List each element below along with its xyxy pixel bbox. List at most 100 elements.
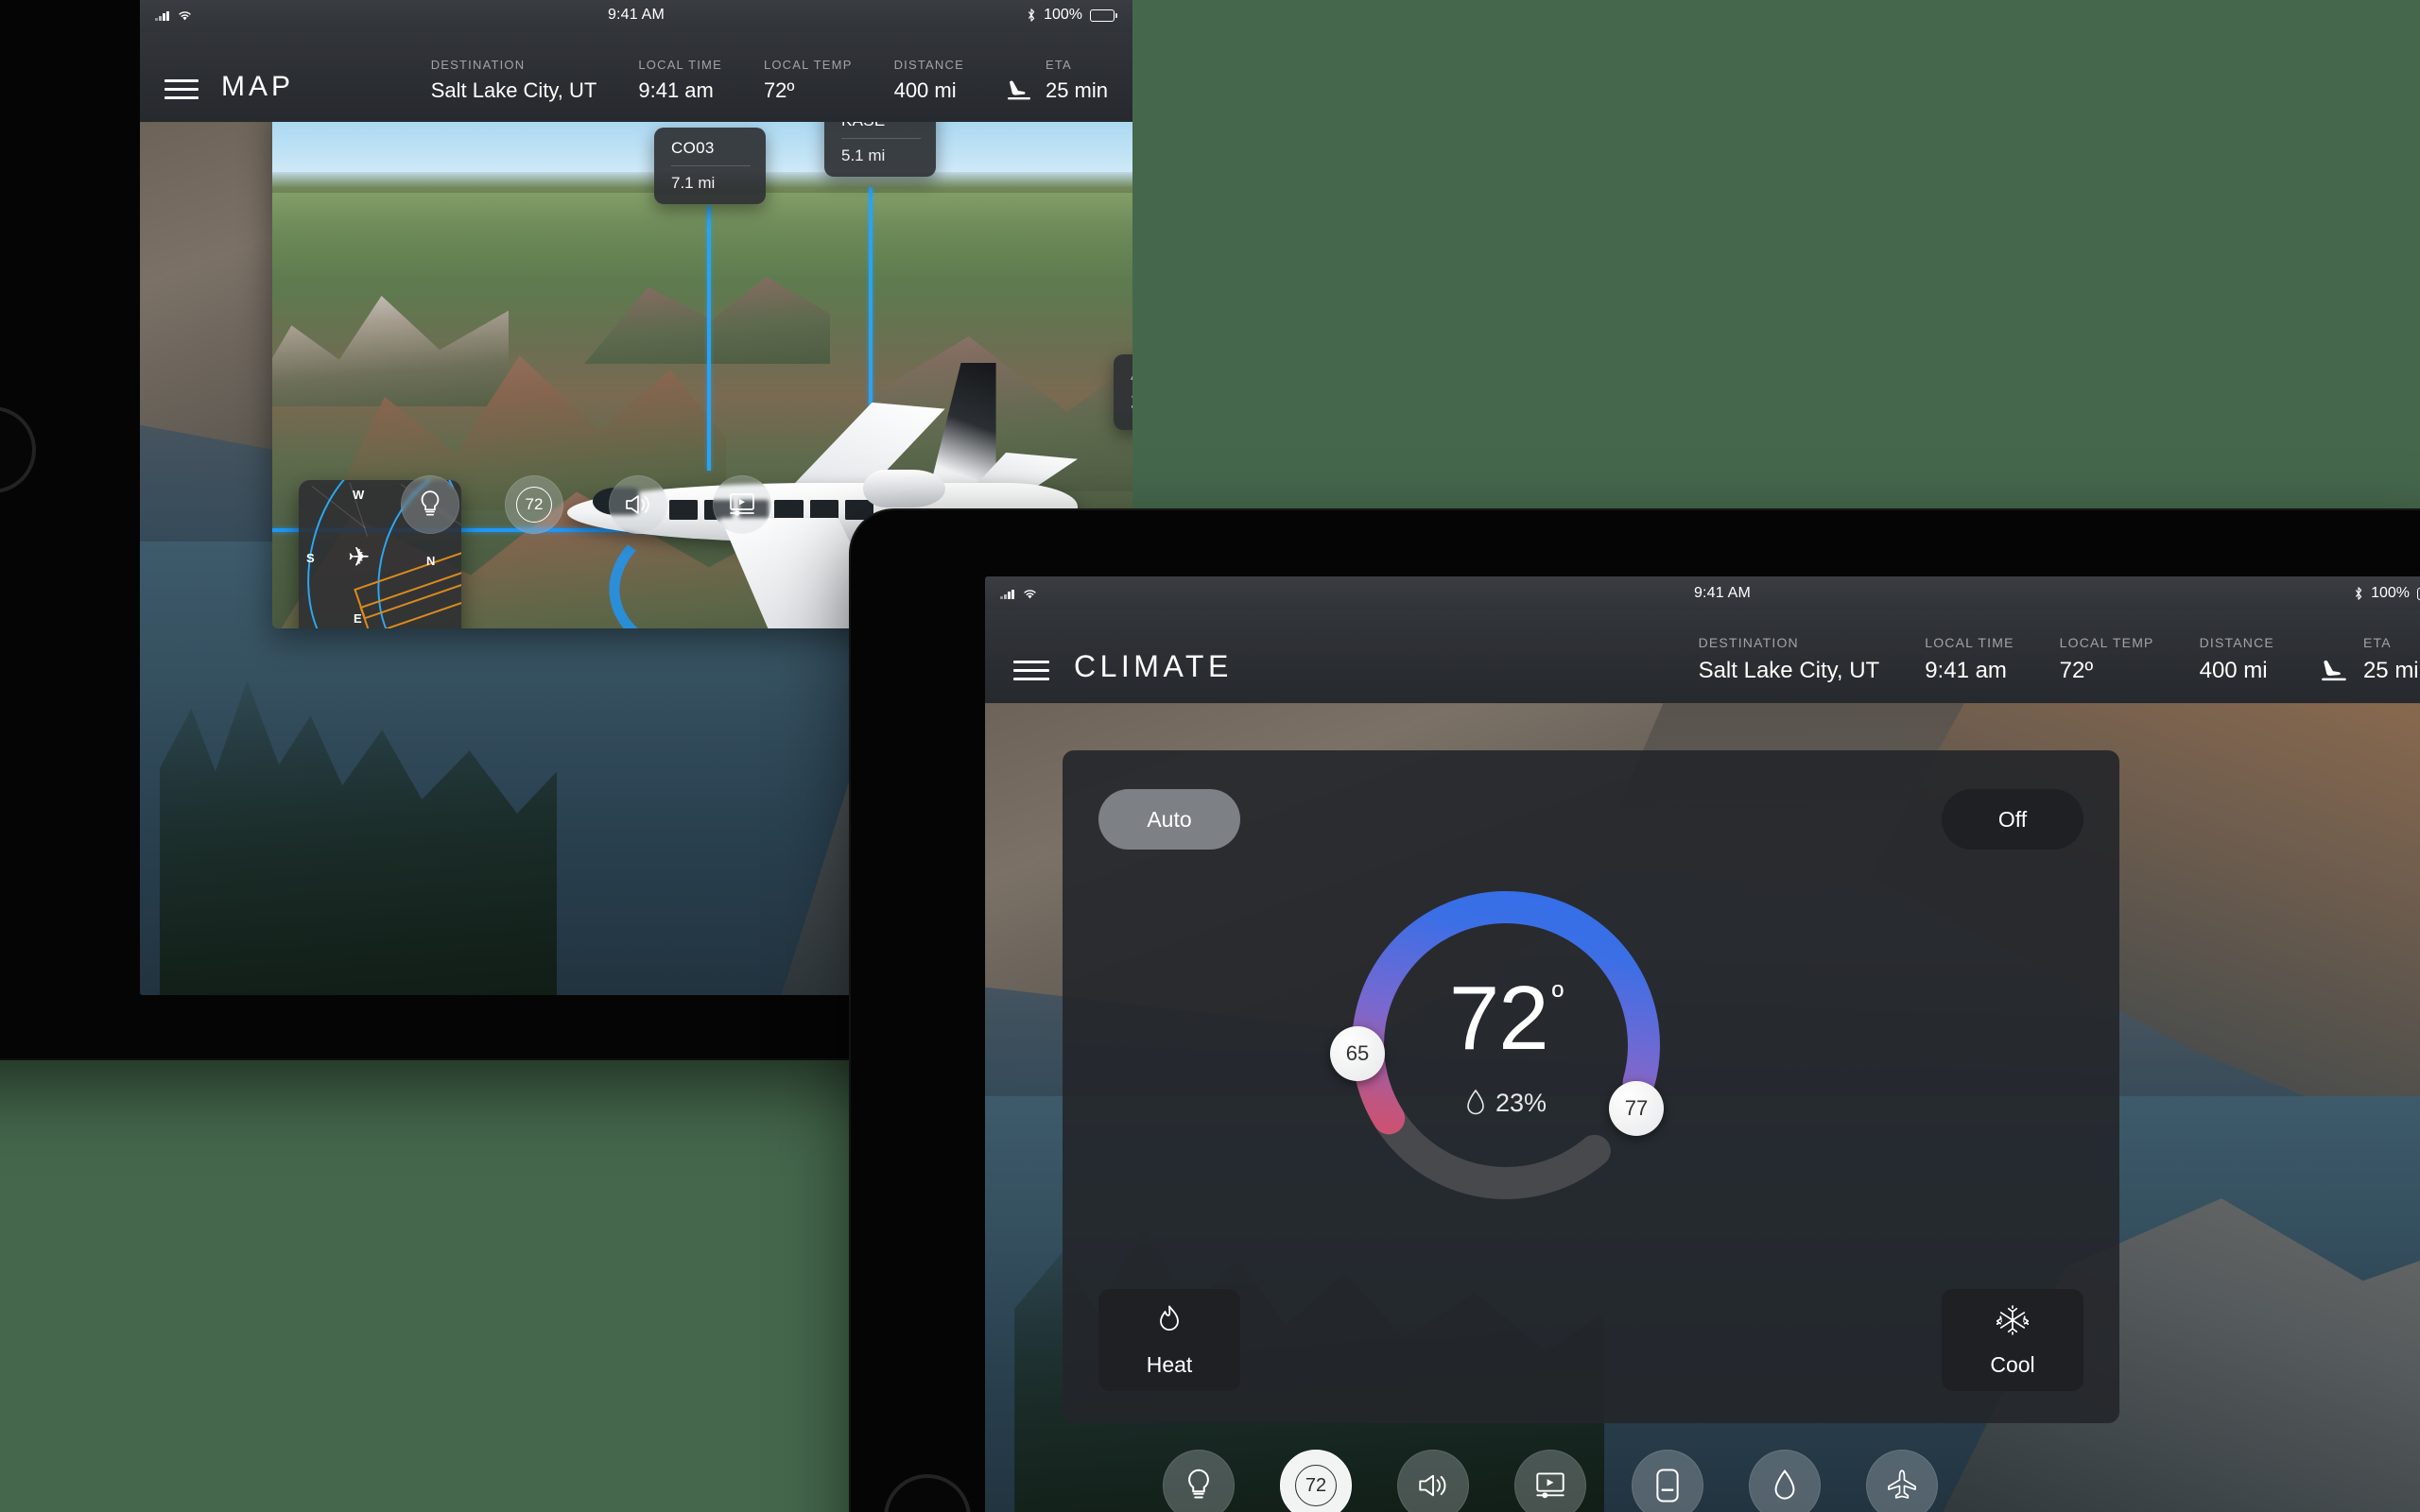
hamburger-menu-icon[interactable] <box>164 79 199 99</box>
waypoint-card-co03[interactable]: CO03 7.1 mi <box>654 128 766 204</box>
home-button[interactable] <box>884 1474 971 1512</box>
metric-value: 9:41 am <box>1925 658 2007 683</box>
metric-label: DISTANCE <box>2199 635 2274 650</box>
metric-value: 9:41 am <box>638 78 714 102</box>
climate-dock: 72 <box>985 1450 2420 1512</box>
dock-media-button[interactable] <box>1514 1450 1586 1512</box>
divider <box>671 165 751 166</box>
metric-value: Salt Lake City, UT <box>430 78 597 102</box>
metric-local-time: LOCAL TIME 9:41 am <box>617 58 743 103</box>
metric-value: 25 min <box>2362 658 2420 683</box>
low-temperature-value: 65 <box>1345 1041 1370 1065</box>
waypoint-distance: 7.1 mi <box>671 174 716 192</box>
temperature-dial[interactable]: 72 º 23% 65 77 <box>1330 886 1665 1204</box>
divider <box>841 138 921 139</box>
metric-label: DISTANCE <box>893 58 964 72</box>
compass-label-n: N <box>426 554 436 568</box>
metric-label: DESTINATION <box>430 58 526 72</box>
page-title: MAP <box>221 71 295 102</box>
waypoint-distance: 5.1 mi <box>841 146 886 164</box>
metric-label: ETA <box>2362 635 2392 650</box>
flame-icon <box>1160 1304 1179 1331</box>
low-temperature-handle[interactable]: 65 <box>1330 1026 1385 1081</box>
waypoint-name: CO03 <box>671 139 715 157</box>
map-status-bar: 9:41 AM 100% <box>140 0 1132 32</box>
auto-mode-button[interactable]: Auto <box>1098 789 1240 850</box>
heat-button[interactable]: Heat <box>1098 1289 1240 1391</box>
metric-label: LOCAL TIME <box>638 58 722 72</box>
lightbulb-icon <box>421 490 440 516</box>
climate-body: Auto Off 72 º 23% 65 77 Heat Cool 72 <box>985 703 2420 1512</box>
off-mode-label: Off <box>1997 806 2028 832</box>
heat-label: Heat <box>1146 1351 1193 1377</box>
dock-audio-button[interactable] <box>1397 1450 1469 1512</box>
waypoint-card-kase[interactable]: KASE 5.1 mi <box>824 122 936 177</box>
current-temperature: 72 º <box>1448 967 1564 1069</box>
dock-temperature-label: 72 <box>1295 1465 1337 1506</box>
metric-distance: DISTANCE 400 mi <box>873 58 985 103</box>
home-button[interactable] <box>0 406 36 493</box>
cool-button[interactable]: Cool <box>1942 1289 2083 1391</box>
snowflake-icon <box>1996 1304 2029 1335</box>
dock-flight-button[interactable] <box>1866 1450 1938 1512</box>
airplane-icon <box>1888 1469 1916 1499</box>
cool-label: Cool <box>1990 1351 2035 1377</box>
dock-humidity-button[interactable] <box>1749 1450 1821 1512</box>
status-time: 9:41 AM <box>607 7 666 23</box>
dock-audio-button[interactable] <box>609 475 667 534</box>
hamburger-menu-icon[interactable] <box>1013 661 1049 680</box>
high-temperature-value: 77 <box>1624 1096 1649 1120</box>
climate-tablet-device: 9:41 AM 100% CLIMATE DESTINATION Salt La… <box>851 510 2420 1512</box>
dock-temperature-label: 72 <box>516 487 552 523</box>
climate-control-panel: Auto Off 72 º 23% 65 77 Heat Cool <box>1063 750 2119 1423</box>
water-drop-icon <box>1774 1469 1795 1500</box>
metric-value: Salt Lake City, UT <box>1698 658 1880 683</box>
metric-label: LOCAL TIME <box>1925 635 2014 650</box>
climate-tablet-screen: 9:41 AM 100% CLIMATE DESTINATION Salt La… <box>985 576 2420 1512</box>
airspeed-value: 388kts <box>1131 387 1132 417</box>
status-time: 9:41 AM <box>1693 585 1752 601</box>
metric-local-temp: LOCAL TEMP 72º <box>743 58 873 103</box>
dock-climate-button[interactable]: 72 <box>1280 1450 1352 1512</box>
volume-icon <box>1419 1474 1446 1497</box>
airplane-landing-icon <box>1007 80 1030 100</box>
metric-label: DESTINATION <box>1698 635 1799 650</box>
metric-local-temp: LOCAL TEMP 72º <box>2037 635 2177 684</box>
dock-lights-button[interactable] <box>1163 1450 1235 1512</box>
metric-value: 72º <box>763 78 795 102</box>
dock-window-shade-button[interactable] <box>1632 1450 1703 1512</box>
humidity-readout: 23% <box>1465 1089 1547 1118</box>
media-player-icon <box>730 493 754 516</box>
humidity-value: 23% <box>1495 1088 1547 1117</box>
metric-destination: DESTINATION Salt Lake City, UT <box>1699 635 1903 684</box>
current-temperature-value: 72 <box>1448 967 1549 1069</box>
climate-status-bar: 9:41 AM 100% <box>985 576 2420 610</box>
degree-symbol: º <box>1551 978 1564 1015</box>
metric-label: LOCAL TEMP <box>2059 635 2154 650</box>
screenshot-stage: 9:41 AM 100% MAP DESTINATION Salt Lake C… <box>0 0 2420 1512</box>
media-player-icon <box>1536 1472 1564 1499</box>
metric-value: 72º <box>2059 658 2094 683</box>
climate-header-metrics: DESTINATION Salt Lake City, UT LOCAL TIM… <box>1699 635 2420 684</box>
dial-center-readout: 72 º 23% <box>1347 886 1665 1204</box>
metric-label: ETA <box>1045 58 1072 72</box>
high-temperature-handle[interactable]: 77 <box>1609 1081 1664 1136</box>
water-drop-icon <box>1467 1089 1484 1115</box>
map-app-header: MAP DESTINATION Salt Lake City, UT LOCAL… <box>140 32 1132 122</box>
airspeed-card: AIR SPEED 388kts <box>1114 354 1132 430</box>
compass-label-s: S <box>306 551 315 565</box>
metric-distance: DISTANCE 400 mi <box>2177 635 2297 684</box>
metric-destination: DESTINATION Salt Lake City, UT <box>431 58 618 103</box>
metric-label: LOCAL TEMP <box>763 58 853 72</box>
metric-eta: ETA 25 min <box>2297 635 2420 684</box>
dock-media-button[interactable] <box>713 475 771 534</box>
metric-value: 25 min <box>1045 78 1108 102</box>
metric-value: 400 mi <box>893 78 957 102</box>
window-shade-icon <box>1656 1469 1679 1503</box>
airspeed-label: AIR SPEED <box>1131 368 1132 384</box>
dock-lights-button[interactable] <box>401 475 459 534</box>
map-header-metrics: DESTINATION Salt Lake City, UT LOCAL TIM… <box>431 58 1108 103</box>
climate-app-header: CLIMATE DESTINATION Salt Lake City, UT L… <box>985 610 2420 703</box>
dock-climate-button[interactable]: 72 <box>505 475 563 534</box>
off-mode-button[interactable]: Off <box>1942 789 2083 850</box>
